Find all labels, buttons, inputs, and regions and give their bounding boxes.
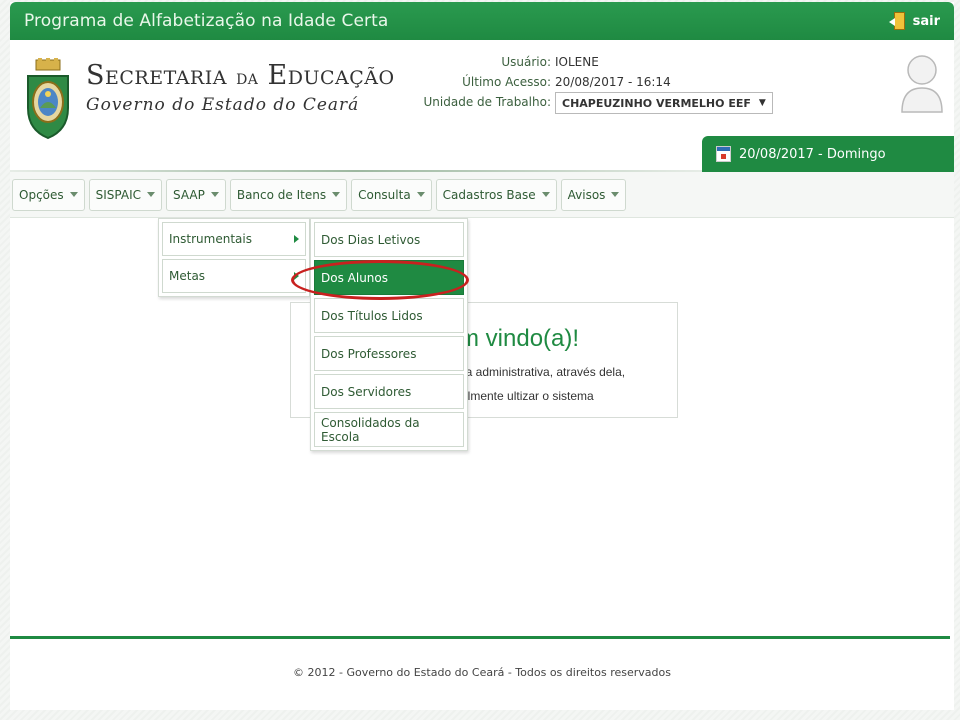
calendar-icon <box>716 146 731 162</box>
app-title: Programa de Alfabetização na Idade Certa <box>24 11 389 31</box>
metas-submenu: Dos Dias Letivos Dos Alunos Dos Títulos … <box>310 218 468 451</box>
caret-down-icon <box>210 192 219 197</box>
last-access-label: Último Acesso: <box>462 75 551 89</box>
chevron-down-icon: ▼ <box>758 98 766 108</box>
submenu-item-instrumentais[interactable]: Instrumentais <box>162 222 306 256</box>
top-bar: Programa de Alfabetização na Idade Certa… <box>10 2 954 40</box>
avatar <box>900 52 944 114</box>
work-unit-row: Unidade de Trabalho: CHAPEUZINHO VERMELH… <box>420 92 773 114</box>
exit-button[interactable]: sair <box>888 12 940 30</box>
nav-item-consulta[interactable]: Consulta <box>351 178 432 211</box>
welcome-title: m vindo(a)! <box>459 325 580 352</box>
current-date: 20/08/2017 - Domingo <box>739 146 886 162</box>
caret-down-icon <box>611 192 620 197</box>
brand-text: Secretaria da Educação Governo do Estado… <box>86 60 395 115</box>
metas-item-servidores[interactable]: Dos Servidores <box>314 374 464 409</box>
brand-subtitle: Governo do Estado do Ceará <box>86 95 360 115</box>
brand: Secretaria da Educação Governo do Estado… <box>22 58 395 140</box>
metas-item-dias-letivos[interactable]: Dos Dias Letivos <box>314 222 464 257</box>
user-row: Usuário: IOLENE <box>420 52 773 72</box>
work-unit-select[interactable]: CHAPEUZINHO VERMELHO EEF ▼ <box>555 92 773 114</box>
date-bar: 20/08/2017 - Domingo <box>702 136 954 172</box>
caret-down-icon <box>416 192 425 197</box>
nav-item-sispaic[interactable]: SISPAIC <box>88 178 163 211</box>
welcome-text-line1: ea administrativa, através dela, <box>459 365 626 379</box>
user-info: Usuário: IOLENE Último Acesso: 20/08/201… <box>420 52 773 114</box>
metas-item-professores[interactable]: Dos Professores <box>314 336 464 371</box>
nav-item-avisos[interactable]: Avisos <box>560 178 627 211</box>
user-label: Usuário: <box>501 55 551 69</box>
caret-down-icon <box>69 192 78 197</box>
app-shell: Programa de Alfabetização na Idade Certa… <box>10 2 954 710</box>
work-unit-label: Unidade de Trabalho: <box>423 95 551 109</box>
last-access-row: Último Acesso: 20/08/2017 - 16:14 <box>420 72 773 92</box>
nav-item-opcoes[interactable]: Opções <box>12 178 85 211</box>
exit-door-icon <box>888 12 905 30</box>
saap-submenu: Instrumentais Metas <box>158 218 310 297</box>
work-unit-value: CHAPEUZINHO VERMELHO EEF <box>562 96 751 110</box>
caret-down-icon <box>541 192 550 197</box>
footer-divider <box>10 636 950 639</box>
chevron-right-icon <box>294 235 299 243</box>
brand-title: Secretaria da Educação <box>86 60 395 91</box>
main-nav: Opções SISPAIC SAAP Banco de Itens Consu… <box>10 172 954 218</box>
user-value: IOLENE <box>555 55 599 69</box>
caret-down-icon <box>147 192 156 197</box>
nav-item-saap[interactable]: SAAP <box>166 178 226 211</box>
footer-copyright: © 2012 - Governo do Estado do Ceará - To… <box>293 666 671 679</box>
exit-label: sair <box>912 13 940 29</box>
last-access-value: 20/08/2017 - 16:14 <box>555 75 671 89</box>
caret-down-icon <box>332 192 341 197</box>
metas-item-titulos-lidos[interactable]: Dos Títulos Lidos <box>314 298 464 333</box>
chevron-right-icon <box>294 272 299 280</box>
metas-item-consolidados[interactable]: Consolidados da Escola <box>314 412 464 447</box>
submenu-item-metas[interactable]: Metas <box>162 259 306 293</box>
ceara-seal-icon <box>22 58 74 140</box>
nav-item-banco-de-itens[interactable]: Banco de Itens <box>229 178 348 211</box>
nav-item-cadastros-base[interactable]: Cadastros Base <box>435 178 557 211</box>
metas-item-alunos[interactable]: Dos Alunos <box>314 260 464 295</box>
header: Secretaria da Educação Governo do Estado… <box>10 40 954 172</box>
welcome-text-line2: cilmente ultizar o sistema <box>459 389 594 403</box>
